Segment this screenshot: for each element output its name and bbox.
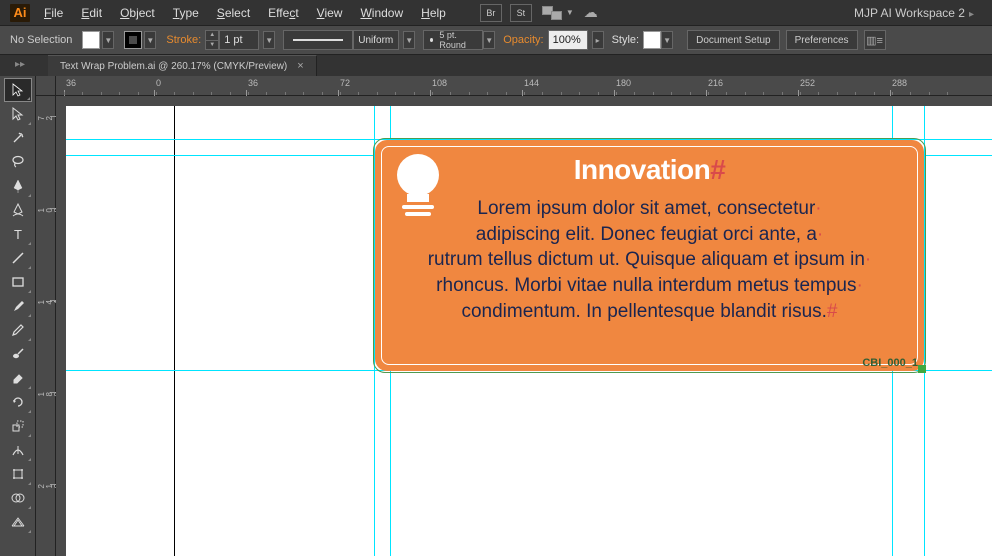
text-out-port-icon[interactable] xyxy=(918,365,926,373)
brush-dropdown[interactable]: ▼ xyxy=(483,31,495,49)
menu-help[interactable]: Help xyxy=(421,6,446,20)
magic-wand-tool[interactable] xyxy=(4,126,32,150)
style-label: Style: xyxy=(612,34,640,46)
horizontal-ruler[interactable]: 36 0 36 72 108 144 180 216 252 288 xyxy=(36,76,992,96)
app-logo: Ai xyxy=(10,4,30,22)
stroke-color-dropdown[interactable]: ▼ xyxy=(144,31,156,49)
fill-color-swatch[interactable] xyxy=(82,31,100,49)
menu-bar: Ai File Edit Object Type Select Effect V… xyxy=(0,0,992,25)
document-setup-button[interactable]: Document Setup xyxy=(687,30,780,50)
menu-select[interactable]: Select xyxy=(217,6,250,20)
scale-tool[interactable] xyxy=(4,414,32,438)
profile-label: Uniform xyxy=(353,30,399,50)
width-tool[interactable] xyxy=(4,438,32,462)
profile-dropdown[interactable]: ▼ xyxy=(403,31,415,49)
selection-status: No Selection xyxy=(10,34,72,46)
graphic-style-swatch[interactable] xyxy=(643,31,661,49)
svg-text:T: T xyxy=(14,227,22,242)
card-title: Innovation# xyxy=(375,154,924,186)
selection-tool[interactable] xyxy=(4,78,32,102)
pen-tool[interactable] xyxy=(4,174,32,198)
direct-selection-tool[interactable] xyxy=(4,102,32,126)
menu-object[interactable]: Object xyxy=(120,6,155,20)
sync-icon[interactable]: ☁ xyxy=(582,4,600,22)
stroke-weight-dropdown[interactable]: ▼ xyxy=(263,31,275,49)
stroke-label[interactable]: Stroke: xyxy=(166,34,201,46)
free-transform-tool[interactable] xyxy=(4,462,32,486)
card-object-label: CBI_000_1 xyxy=(862,357,918,369)
close-icon[interactable]: × xyxy=(297,60,303,72)
opacity-label[interactable]: Opacity: xyxy=(503,34,543,46)
tools-panel: T xyxy=(0,76,36,556)
document-tab[interactable]: Text Wrap Problem.ai @ 260.17% (CMYK/Pre… xyxy=(48,55,317,76)
lasso-tool[interactable] xyxy=(4,150,32,174)
vertical-ruler[interactable]: 7 2 1 0 8 1 4 4 1 8 0 2 1 6 xyxy=(36,96,56,556)
opacity-dropdown[interactable]: ▸ xyxy=(592,31,604,49)
stock-icon[interactable]: St xyxy=(510,4,532,22)
eraser-tool[interactable] xyxy=(4,366,32,390)
menu-type[interactable]: Type xyxy=(173,6,199,20)
stroke-weight-spinner[interactable]: ▲▼ xyxy=(205,30,219,50)
menu-view[interactable]: View xyxy=(317,6,343,20)
control-bar: No Selection ▼ ▼ Stroke: ▲▼ 1 pt ▼ Unifo… xyxy=(0,25,992,55)
preferences-button[interactable]: Preferences xyxy=(786,30,858,50)
innovation-card[interactable]: Innovation# Lorem ipsum dolor sit amet, … xyxy=(375,140,924,371)
card-body-text: Lorem ipsum dolor sit amet, consectetur·… xyxy=(390,196,909,355)
document-tab-bar: Text Wrap Problem.ai @ 260.17% (CMYK/Pre… xyxy=(0,55,992,76)
perspective-grid-tool[interactable] xyxy=(4,510,32,534)
paintbrush-tool[interactable] xyxy=(4,294,32,318)
pencil-tool[interactable] xyxy=(4,318,32,342)
end-of-text-marker: # xyxy=(710,154,725,185)
menu-window[interactable]: Window xyxy=(360,6,403,20)
type-tool[interactable]: T xyxy=(4,222,32,246)
fill-color-dropdown[interactable]: ▼ xyxy=(102,31,114,49)
bridge-icon[interactable]: Br xyxy=(480,4,502,22)
workspace-switcher[interactable]: MJP AI Workspace 2▸ xyxy=(854,6,982,20)
stroke-color-swatch[interactable] xyxy=(124,31,142,49)
graphic-style-dropdown[interactable]: ▼ xyxy=(661,31,673,49)
menu-effect[interactable]: Effect xyxy=(268,6,298,20)
brush-definition[interactable]: 5 pt. Round xyxy=(423,30,483,50)
arrange-documents-icon[interactable] xyxy=(540,4,564,22)
curvature-tool[interactable] xyxy=(4,198,32,222)
opacity-field[interactable]: 100% xyxy=(548,30,588,50)
blob-brush-tool[interactable] xyxy=(4,342,32,366)
rectangle-tool[interactable] xyxy=(4,270,32,294)
artboard[interactable]: Innovation# Lorem ipsum dolor sit amet, … xyxy=(66,106,992,556)
control-panel-menu[interactable]: ▥≡ xyxy=(864,30,886,50)
menu-file[interactable]: File xyxy=(44,6,63,20)
shape-builder-tool[interactable] xyxy=(4,486,32,510)
menu-edit[interactable]: Edit xyxy=(81,6,102,20)
panel-expand-icon[interactable]: ▸▸ xyxy=(5,57,35,71)
ruler-origin[interactable] xyxy=(36,76,56,96)
variable-width-profile[interactable] xyxy=(283,30,353,50)
canvas[interactable]: Innovation# Lorem ipsum dolor sit amet, … xyxy=(56,96,992,556)
rotate-tool[interactable] xyxy=(4,390,32,414)
document-tab-title: Text Wrap Problem.ai @ 260.17% (CMYK/Pre… xyxy=(60,61,287,72)
line-segment-tool[interactable] xyxy=(4,246,32,270)
stroke-weight-field[interactable]: 1 pt xyxy=(219,30,259,50)
